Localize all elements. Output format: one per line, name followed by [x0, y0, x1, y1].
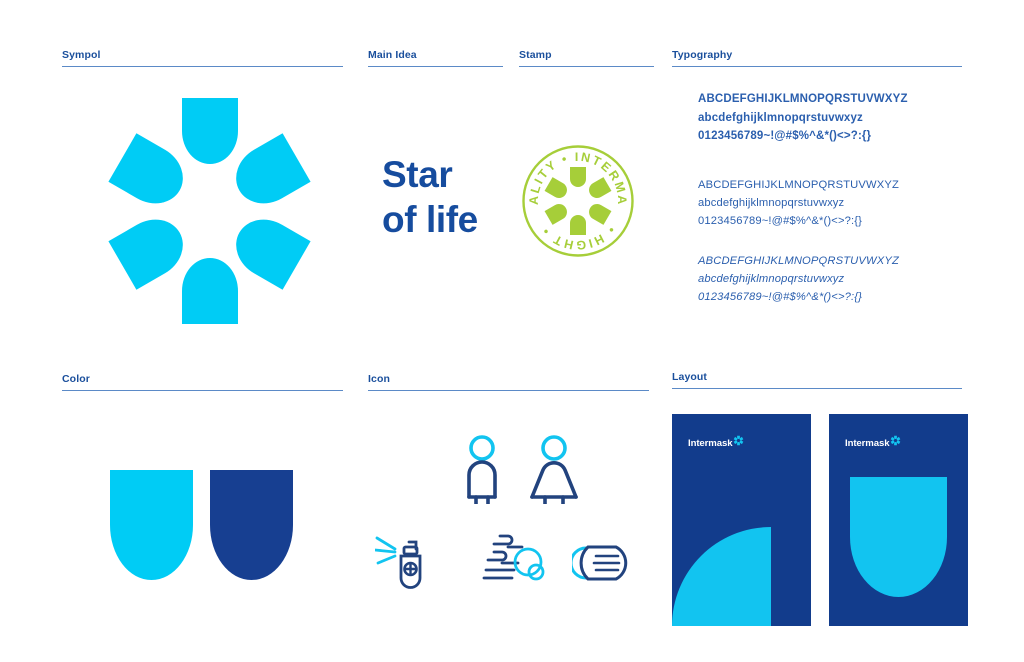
section-rule-symbol [62, 66, 343, 67]
hand-washing-icon [478, 530, 552, 597]
typography-italic-uppercase: ABCDEFGHIJKLMNOPQRSTUVWXYZ [698, 255, 899, 267]
symbol-petal-upper-left [108, 133, 194, 215]
female-figure-icon [523, 434, 585, 509]
section-rule-color [62, 390, 343, 391]
section-rule-layout [672, 388, 962, 389]
layout-card-petal-shape [850, 477, 947, 597]
section-rule-icon [368, 390, 649, 391]
face-mask-icon [569, 538, 636, 593]
typography-regular-glyphs: 0123456789~!@#$%^&*()<>?:{} [698, 215, 863, 228]
section-header-stamp: Stamp [519, 49, 552, 61]
main-idea-tagline: Star of life [382, 152, 478, 242]
typography-regular-lowercase: abcdefghijklmnopqrstuvwxyz [698, 197, 845, 210]
layout-card-corner-wordmark: Intermask [688, 438, 733, 449]
typography-italic-lowercase: abcdefghijklmnopqrstuvwxyz [698, 273, 845, 286]
main-idea-line-2: of life [382, 199, 478, 241]
layout-card-corner-star-icon [734, 435, 744, 446]
male-figure-icon [455, 434, 509, 509]
layout-card-petal-logo: Intermask [845, 435, 901, 449]
typography-regular-uppercase: ABCDEFGHIJKLMNOPQRSTUVWXYZ [698, 179, 899, 191]
section-rule-stamp [519, 66, 654, 67]
color-swatch-cyan [110, 470, 193, 580]
stamp-quality-badge: QUALITY • INTERMASK • HIGHT • [515, 133, 635, 258]
section-rule-typography [672, 66, 962, 67]
typography-bold-glyphs: 0123456789~!@#$%^&*()<>?:{} [698, 130, 872, 143]
layout-card-corner: Intermask [672, 414, 811, 626]
spray-mist [373, 536, 397, 565]
symbol-star-of-life [108, 98, 311, 324]
layout-card-petal-wordmark: Intermask [845, 438, 890, 449]
spray-sanitizer-icon [373, 532, 447, 599]
layout-card-corner-logo: Intermask [688, 435, 744, 449]
section-header-typography: Typography [672, 49, 733, 61]
typography-sample-italic: ABCDEFGHIJKLMNOPQRSTUVWXYZ abcdefghijklm… [698, 252, 899, 306]
section-header-symbol: Sympol [62, 49, 101, 61]
stamp-svg: QUALITY • INTERMASK • HIGHT • [515, 133, 634, 257]
main-idea-line-1: Star [382, 154, 453, 195]
layout-card-petal: Intermask [829, 414, 968, 626]
symbol-petal-lower-left [108, 208, 194, 290]
section-header-color: Color [62, 373, 90, 385]
typography-sample-bold: ABCDEFGHIJKLMNOPQRSTUVWXYZ abcdefghijklm… [698, 90, 908, 146]
section-header-main-idea: Main Idea [368, 49, 417, 61]
brand-guideline-sheet: Sympol Main Idea Star of life Stamp ALIT… [0, 0, 1024, 662]
symbol-petal-top [182, 98, 238, 164]
typography-bold-lowercase: abcdefghijklmnopqrstuvwxyz [698, 111, 863, 124]
section-header-layout: Layout [672, 371, 708, 383]
section-header-icon: Icon [368, 373, 390, 385]
symbol-petal-upper-right [225, 133, 311, 215]
section-rule-main-idea [368, 66, 503, 67]
symbol-petal-bottom [182, 258, 238, 324]
typography-italic-glyphs: 0123456789~!@#$%^&*()<>?:{} [698, 291, 863, 304]
layout-card-petal-star-icon [891, 435, 901, 446]
stamp-symbol-mark [544, 167, 612, 235]
typography-sample-regular: ABCDEFGHIJKLMNOPQRSTUVWXYZ abcdefghijklm… [698, 176, 899, 230]
layout-card-corner-shape [672, 527, 771, 626]
color-swatch-navy [210, 470, 293, 580]
symbol-petal-lower-right [225, 208, 311, 290]
typography-bold-uppercase: ABCDEFGHIJKLMNOPQRSTUVWXYZ [698, 93, 908, 105]
